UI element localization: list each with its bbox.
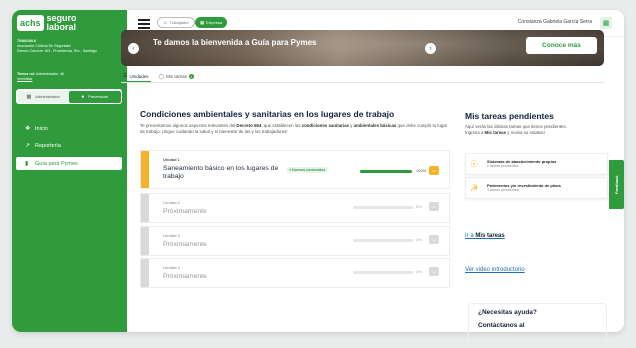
page-description: Te presentamos algunos aspectos relevant… <box>140 123 448 134</box>
sidebar-item-guia[interactable]: ▮ Guía para Pymes <box>16 157 122 170</box>
logo-badge: achs <box>17 15 44 31</box>
sidebar-item-reporteria[interactable]: ↗ Reportería <box>16 139 122 152</box>
banner-next-icon[interactable]: › <box>425 43 436 54</box>
help-box: ¿Necesitas ayuda? Contáctanos al <box>468 303 607 343</box>
feedback-tab[interactable]: Feedback <box>609 160 624 209</box>
progress-bar <box>360 170 412 173</box>
unit-title: Saneamiento básico en los lugares de tra… <box>163 165 279 180</box>
page-title: Condiciones ambientales y sanitarias en … <box>140 109 395 119</box>
pending-tasks-description: Aquí verás las últimas tareas que tienes… <box>465 124 567 135</box>
progress-percent: 100% <box>416 168 427 173</box>
progress-bar <box>353 271 413 274</box>
help-contact[interactable]: Contáctanos al <box>478 322 525 329</box>
unit-label: Unidad 4 <box>163 265 180 270</box>
tab-unidades[interactable]: ☰ Unidades <box>121 71 151 82</box>
user-icon: ☺ <box>163 20 168 25</box>
calculator-icon[interactable]: ▦ <box>600 17 612 29</box>
empresa-switch[interactable]: ▦ Empresa <box>195 17 228 28</box>
progress-percent: 0% <box>416 204 422 209</box>
toggle-prevencion[interactable]: ● Prevención <box>69 90 121 103</box>
org-id: 70360100-6 <box>17 39 37 43</box>
achs-logo[interactable]: achs seguro laboral <box>17 14 77 32</box>
role-edit-link[interactable]: Ver/editar <box>17 77 32 81</box>
org-name: Asociación Chilena De Seguridad <box>17 44 71 48</box>
new-content-badge: ● Nuevos contenidos <box>286 167 329 173</box>
user-name[interactable]: Constanza Gabriela García Serra <box>518 19 592 25</box>
progress-bar <box>353 206 413 209</box>
trabajador-switch[interactable]: ☺ Trabajador <box>157 17 195 28</box>
building-icon: ▦ <box>200 19 205 25</box>
task-icon: ☭ <box>470 183 479 193</box>
org-info: 70360100-6 Asociación Chilena De Segurid… <box>17 39 125 54</box>
home-icon: ❖ <box>25 126 31 132</box>
chevron-down-icon[interactable]: ⌄ <box>429 234 439 244</box>
pending-tasks-title: Mis tareas pendientes <box>465 111 554 121</box>
task-subtitle: 3 tareas pendientes <box>487 188 519 192</box>
chevron-down-icon[interactable]: ⌄ <box>429 267 439 276</box>
progress-percent: 0% <box>416 269 422 274</box>
task-icon: ☉ <box>470 159 479 169</box>
content-tabs: ☰ Unidades ◯ Mis tareas 2 <box>121 71 604 83</box>
banner-title: Te damos la bienvenida a Guía para Pymes <box>153 38 317 47</box>
role-value: Administrador, 46 <box>35 72 64 76</box>
person-icon: ● <box>81 93 85 100</box>
task-card[interactable]: ☭ Pavimentos y/o revestimiento de pisos … <box>465 177 608 199</box>
chevron-down-icon[interactable]: ⌄ <box>429 202 439 211</box>
progress-bar <box>353 238 413 242</box>
role-info: Tienes rol: Administrador, 46 Ver/editar <box>17 72 117 82</box>
goto-tasks-link[interactable]: Ir a Mis tareas <box>465 233 505 239</box>
sidebar: achs seguro laboral 70360100-6 Asociació… <box>12 10 127 332</box>
progress-percent: 0% <box>416 236 422 242</box>
tasks-count-badge: 2 <box>188 74 194 79</box>
unit-label: Unidad 3 <box>163 232 180 238</box>
unit-title: Próximamente <box>163 273 207 280</box>
task-card[interactable]: ☉ Sistemas de abastecimiento propios 2 t… <box>465 153 608 175</box>
toggle-admin[interactable]: ▩ Administrador <box>17 90 69 103</box>
conoce-mas-button[interactable]: Conoce más <box>526 37 597 54</box>
profile-toggle: ▩ Administrador ● Prevención <box>16 89 122 104</box>
clock-icon: ◯ <box>158 73 165 80</box>
unit-label: Unidad 2 <box>163 200 180 205</box>
chart-icon: ↗ <box>25 143 31 149</box>
intro-video-link[interactable]: Ver video introductorio <box>465 267 525 273</box>
banner-prev-icon[interactable]: ‹ <box>128 43 139 54</box>
unit-title: Próximamente <box>163 208 207 215</box>
unit-card[interactable]: Unidad 2 Próximamente 0% ⌄ <box>140 193 450 223</box>
book-icon: ▮ <box>25 161 29 167</box>
list-icon: ☰ <box>123 73 128 79</box>
logo-line-2: laboral <box>46 22 77 32</box>
tab-mis-tareas[interactable]: ◯ Mis tareas 2 <box>157 71 196 82</box>
chevron-down-icon[interactable]: ⌄ <box>429 166 439 175</box>
admin-icon: ▩ <box>26 93 32 100</box>
unit-label: Unidad 1 <box>163 157 180 162</box>
unit-title: Próximamente <box>163 240 207 248</box>
org-address: Ramon Carnicer 163 , Providencia, Rm - S… <box>17 49 97 53</box>
sidebar-item-inicio[interactable]: ❖ Inicio <box>16 122 122 135</box>
role-label: Tienes rol: <box>17 72 36 76</box>
welcome-banner: ‹ Te damos la bienvenida a Guía para Pym… <box>121 30 604 66</box>
units-list: Unidad 1 Saneamiento básico en los lugar… <box>140 150 450 291</box>
task-subtitle: 2 tareas pendientes <box>487 164 519 168</box>
help-title: ¿Necesitas ayuda? <box>478 309 537 316</box>
unit-card[interactable]: Unidad 1 Saneamiento básico en los lugar… <box>140 150 450 189</box>
unit-card[interactable]: Unidad 3 Próximamente 0% ⌄ <box>140 225 450 256</box>
unit-card[interactable]: Unidad 4 Próximamente 0% ⌄ <box>140 258 450 288</box>
